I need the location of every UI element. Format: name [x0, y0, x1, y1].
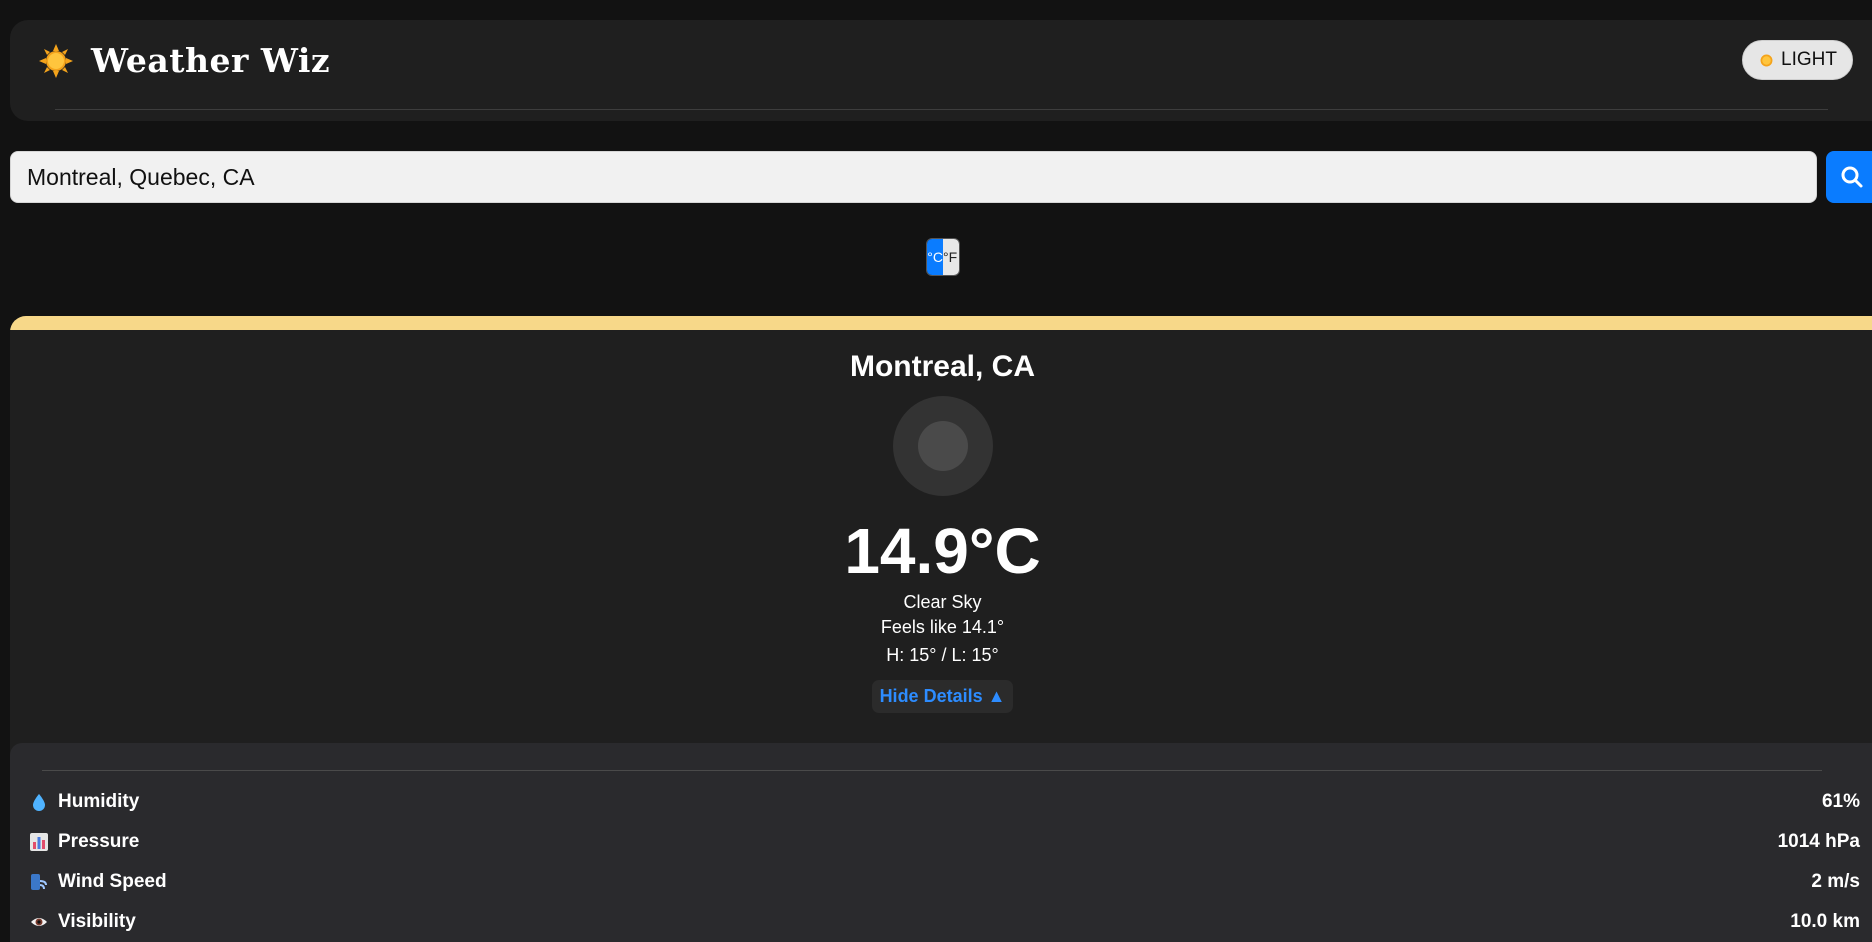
search-button[interactable]	[1826, 151, 1872, 203]
weather-placeholder-icon	[893, 396, 993, 496]
detail-value: 1014 hPa	[1777, 831, 1860, 852]
temperature: 14.9°C	[844, 515, 1041, 587]
hide-details-label: Hide Details ▲	[879, 686, 1006, 706]
high-low: H: 15° / L: 15°	[886, 645, 999, 665]
app-header: Weather Wiz LIGHT	[10, 20, 1872, 121]
detail-row-humidity: Humidity 61%	[10, 785, 1860, 819]
wind-icon	[30, 872, 48, 892]
detail-label: Wind Speed	[58, 871, 167, 892]
theme-toggle-label: LIGHT	[1781, 49, 1837, 70]
fahrenheit-option[interactable]: °F	[943, 239, 959, 275]
details-panel: Humidity 61% Pressure 1014 hPa Wind Spee…	[10, 743, 1872, 942]
detail-label: Humidity	[58, 791, 140, 812]
detail-label: Visibility	[58, 911, 136, 932]
feels-like: Feels like 14.1°	[880, 617, 1005, 637]
header-divider	[55, 109, 1828, 110]
droplet-icon	[30, 792, 48, 812]
theme-toggle-button[interactable]: LIGHT	[1742, 40, 1853, 80]
weather-description: Clear Sky	[903, 592, 982, 612]
city-name: Montreal, CA	[849, 350, 1035, 383]
celsius-option[interactable]: °C	[927, 239, 943, 275]
detail-value: 61%	[1821, 791, 1860, 812]
unit-toggle[interactable]: °C °F	[926, 238, 960, 276]
search-icon	[1841, 166, 1863, 188]
detail-value: 2 m/s	[1811, 871, 1860, 892]
app-title: Weather Wiz	[91, 41, 331, 80]
sun-icon	[39, 44, 73, 78]
detail-value: 10.0 km	[1790, 911, 1860, 932]
eye-icon	[30, 912, 48, 932]
card-accent-bar	[10, 316, 1872, 330]
details-divider	[42, 770, 1822, 771]
detail-label: Pressure	[58, 831, 140, 852]
city-search-input[interactable]	[10, 151, 1817, 203]
detail-row-wind-speed: Wind Speed 2 m/s	[10, 865, 1860, 899]
sun-icon	[1760, 54, 1773, 66]
detail-row-visibility: Visibility 10.0 km	[10, 905, 1860, 939]
hide-details-button[interactable]: Hide Details ▲	[872, 680, 1013, 713]
bar-chart-icon	[30, 832, 48, 852]
detail-row-pressure: Pressure 1014 hPa	[10, 825, 1860, 859]
